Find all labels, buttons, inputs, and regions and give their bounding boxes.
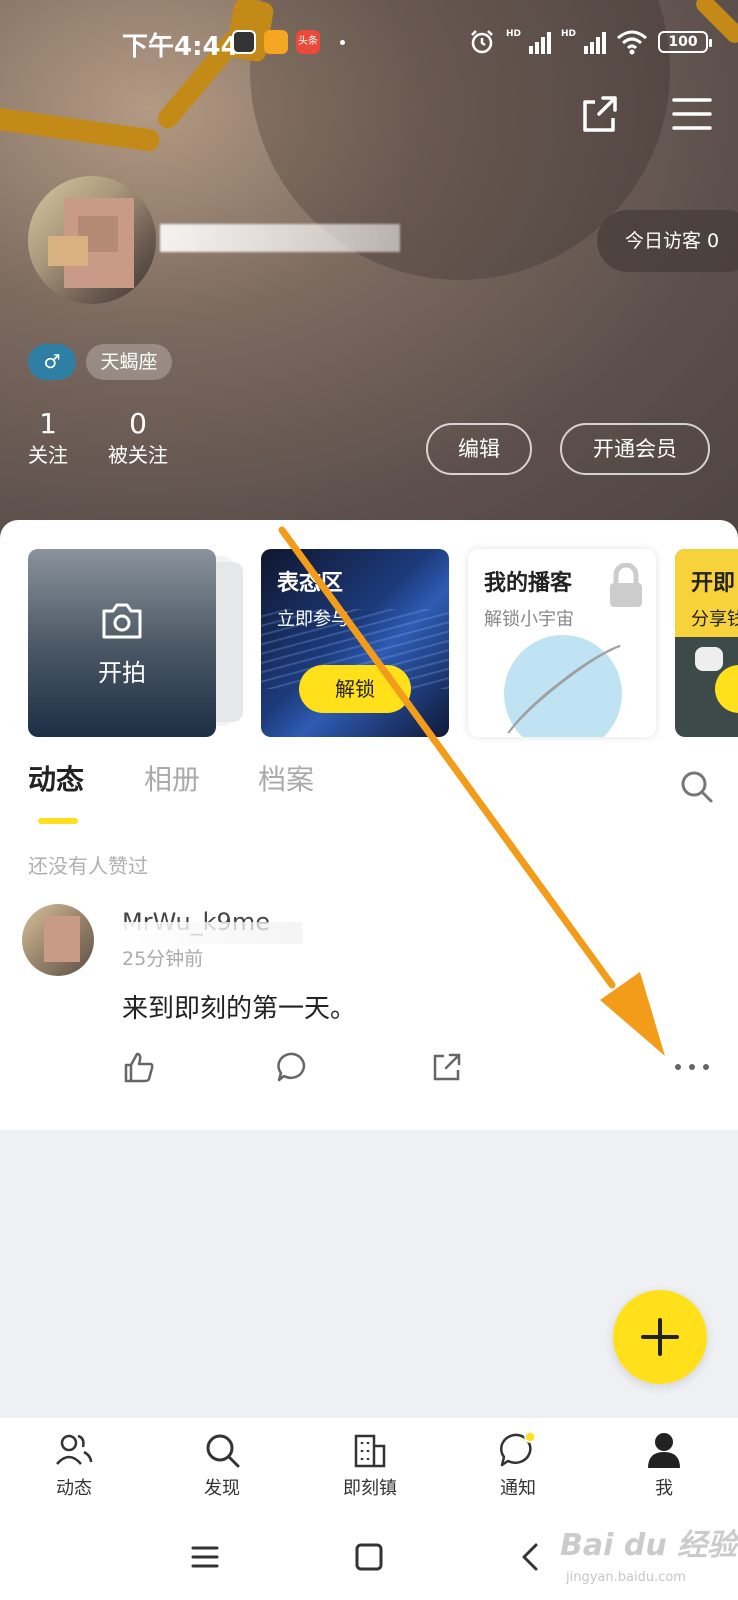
share-post-icon[interactable] <box>430 1050 464 1084</box>
nav-town[interactable]: 即刻镇 <box>320 1430 420 1500</box>
podcast-subtitle: 解锁小宇宙 <box>484 609 574 630</box>
status-right-icons: HD HD 100 <box>468 28 712 56</box>
live-subtitle: 分享钱 <box>691 609 738 630</box>
today-visitors-button[interactable]: 今日访客 0 <box>597 210 738 272</box>
recents-icon[interactable] <box>190 1542 220 1572</box>
signal-icon <box>584 30 606 54</box>
bottom-navigation: 动态 发现 即刻镇 通知 我 <box>0 1418 738 1522</box>
toutiao-notification-icon: 头条 <box>296 30 320 54</box>
nav-label: 我 <box>655 1478 673 1499</box>
camera-icon <box>102 603 142 639</box>
profile-avatar[interactable] <box>28 176 156 304</box>
tab-album[interactable]: 相册 <box>144 758 200 798</box>
card-stack-shadow <box>215 562 243 722</box>
tab-indicator <box>38 818 78 824</box>
nav-label: 通知 <box>500 1478 536 1499</box>
shoot-card[interactable]: 开拍 <box>28 549 216 737</box>
following-label: 关注 <box>28 443 68 467</box>
tab-dongtai[interactable]: 动态 <box>28 758 84 798</box>
wifi-icon <box>617 30 647 55</box>
cover-stroke <box>0 105 161 153</box>
open-vip-button[interactable]: 开通会员 <box>560 423 710 475</box>
post-avatar[interactable] <box>22 904 94 976</box>
building-icon <box>354 1434 386 1468</box>
status-time: 下午4:44 <box>122 32 239 62</box>
menu-icon[interactable] <box>668 90 716 138</box>
search-icon[interactable] <box>680 770 714 804</box>
battery-icon: 100 <box>658 31 712 53</box>
podcast-title: 我的播客 <box>484 571 573 596</box>
following-stat[interactable]: 1 关注 <box>28 408 68 470</box>
hd-label: HD <box>505 29 521 39</box>
signal-icon <box>528 30 551 54</box>
following-count: 1 <box>39 407 57 440</box>
followers-count: 0 <box>129 407 147 440</box>
search-icon <box>206 1434 240 1468</box>
plus-icon <box>641 1318 679 1356</box>
zodiac-tag: 天蝎座 <box>86 344 172 380</box>
followers-stat[interactable]: 0 被关注 <box>106 408 170 470</box>
app-notification-icon <box>232 30 256 54</box>
profile-content: 开拍 表态区 立即参与 解锁 我的播客 解锁小宇宙 开即 分享钱 动态 相册 档… <box>0 520 738 1130</box>
more-notifications-dot <box>340 40 345 45</box>
shoot-label: 开拍 <box>98 659 146 687</box>
chat-bubble-icon <box>499 1431 536 1467</box>
post-username[interactable]: MrWu_k9me <box>112 908 302 944</box>
live-card-button[interactable] <box>715 665 738 713</box>
post-timestamp: 25分钟前 <box>122 948 204 970</box>
live-title: 开即 <box>691 571 736 596</box>
live-card[interactable]: 开即 分享钱 <box>675 549 738 737</box>
create-post-button[interactable] <box>613 1290 707 1384</box>
followers-label: 被关注 <box>108 443 168 467</box>
tab-archive[interactable]: 档案 <box>258 758 314 798</box>
share-icon[interactable] <box>575 90 623 138</box>
biaotai-card[interactable]: 表态区 立即参与 解锁 <box>261 549 449 737</box>
post-content[interactable]: 来到即刻的第一天。 <box>122 988 356 1025</box>
nav-label: 发现 <box>204 1478 240 1499</box>
lock-icon <box>610 563 642 607</box>
biaotai-title: 表态区 <box>277 571 344 596</box>
gallery-notification-icon <box>264 30 288 54</box>
nav-notifications[interactable]: 通知 <box>468 1430 568 1500</box>
status-bar: 下午4:44 头条 HD HD 100 <box>0 0 738 80</box>
more-options-icon[interactable] <box>672 1055 712 1079</box>
like-icon[interactable] <box>122 1050 156 1084</box>
home-icon[interactable] <box>354 1542 384 1572</box>
profile-header: 下午4:44 头条 HD HD 100 今日访客 0 ♂ 天蝎座 1 关注 0 … <box>0 0 738 540</box>
edit-profile-button[interactable]: 编辑 <box>426 423 532 475</box>
cat-icon <box>695 647 723 671</box>
biaotai-subtitle: 立即参与 <box>277 609 349 630</box>
back-icon[interactable] <box>516 1542 546 1572</box>
podcast-card[interactable]: 我的播客 解锁小宇宙 <box>468 549 656 737</box>
nav-label: 即刻镇 <box>343 1478 397 1499</box>
nav-me[interactable]: 我 <box>614 1430 714 1500</box>
unlock-button[interactable]: 解锁 <box>299 665 411 713</box>
comment-icon[interactable] <box>276 1050 310 1084</box>
profile-username-blurred <box>160 218 400 260</box>
no-likes-text: 还没有人赞过 <box>28 854 148 878</box>
alarm-icon <box>471 30 493 54</box>
nav-discover[interactable]: 发现 <box>172 1430 272 1500</box>
person-icon <box>648 1433 680 1468</box>
hd-label: HD <box>560 29 576 39</box>
baidu-watermark-url: jingyan.baidu.com <box>566 1570 686 1585</box>
gender-tag: ♂ <box>28 344 76 380</box>
people-icon <box>56 1434 93 1465</box>
nav-dongtai[interactable]: 动态 <box>24 1430 124 1500</box>
nav-label: 动态 <box>56 1478 92 1499</box>
baidu-watermark: Bai du 经验 <box>560 1528 738 1563</box>
